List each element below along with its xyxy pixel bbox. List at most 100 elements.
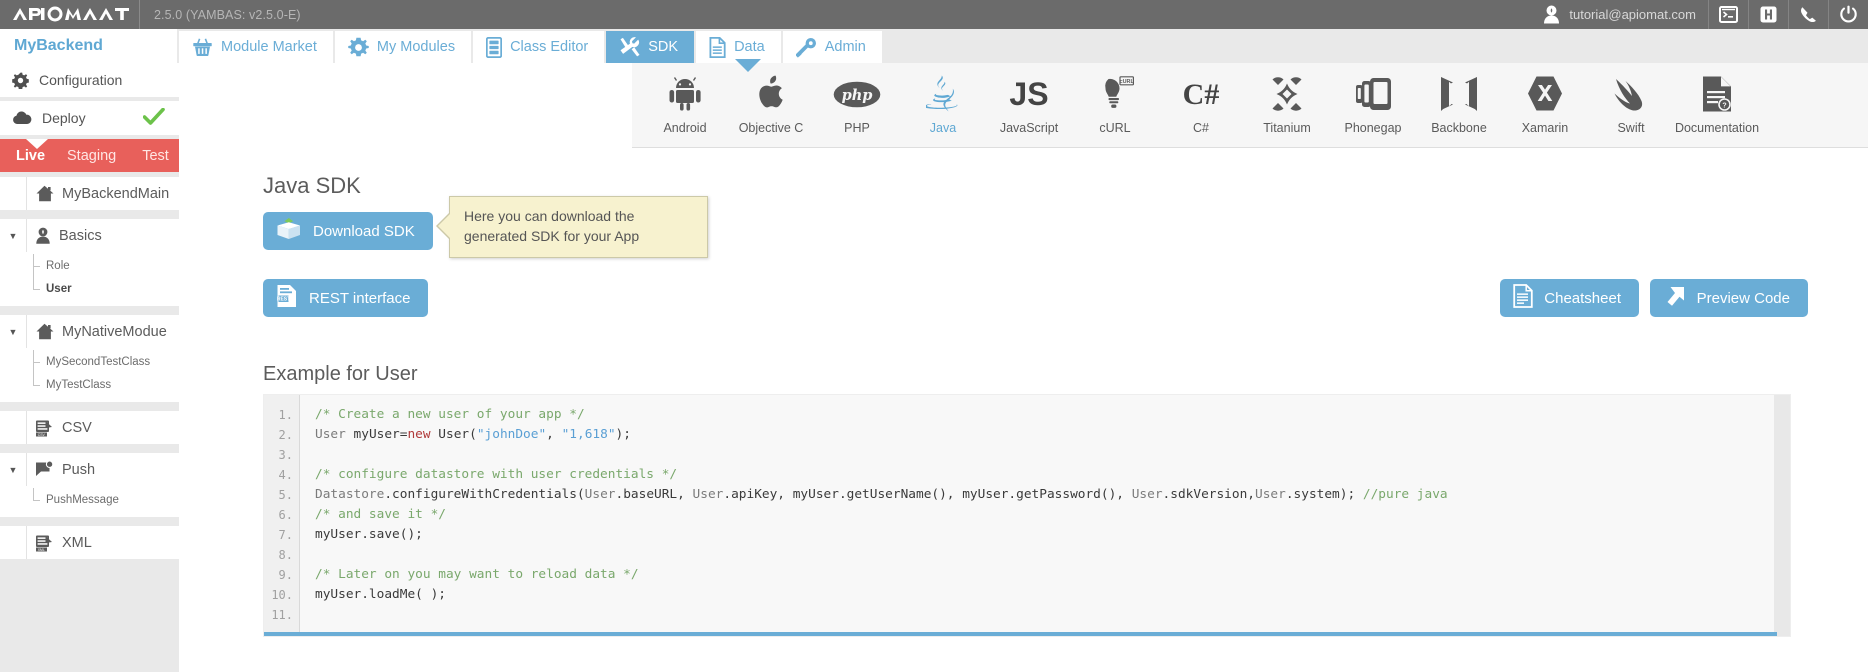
preview-code-button[interactable]: Preview Code <box>1649 279 1808 317</box>
phone-icon-glyph <box>1801 7 1816 23</box>
code-vertical-scrollbar[interactable] <box>1774 395 1790 636</box>
php-icon-glyph: php <box>833 81 881 107</box>
apple-icon-glyph <box>758 75 783 108</box>
platform-titanium[interactable]: Titanium <box>1244 63 1330 135</box>
user-account[interactable]: tutorial@apiomat.com <box>1537 0 1708 29</box>
sidebar-group-row[interactable]: ▼ Push <box>0 453 179 486</box>
sidebar-group-row[interactable]: ▼ MyNativeModue <box>0 315 179 348</box>
platform-curl[interactable]: cURL cURL <box>1072 63 1158 135</box>
rest-interface-label: REST interface <box>309 289 411 307</box>
cheatsheet-button[interactable]: Cheatsheet <box>1500 279 1639 317</box>
phone-icon[interactable] <box>1788 0 1828 29</box>
env-test[interactable]: Test <box>142 148 169 164</box>
platform-phonegap[interactable]: Phonegap <box>1330 63 1416 135</box>
tab-my-modules[interactable]: My Modules <box>334 31 472 63</box>
collapse-caret-icon[interactable]: ▼ <box>0 315 26 348</box>
basket-icon-glyph <box>193 38 212 57</box>
svg-text:?: ? <box>1722 102 1726 109</box>
sidebar-group-header[interactable]: MyBackendMain <box>26 177 179 210</box>
help-h-icon[interactable] <box>1748 0 1788 29</box>
code-source-lines: /* Create a new user of your app */ User… <box>300 395 1790 636</box>
package-download-icon <box>276 217 302 245</box>
collapse-caret-icon[interactable]: ▼ <box>0 453 26 486</box>
platform-xamarin[interactable]: Xamarin <box>1502 63 1588 135</box>
apple-icon <box>755 72 788 116</box>
sidebar-group-header[interactable]: CSV CSV <box>26 411 179 444</box>
code-example-block[interactable]: 1. 2. 3. 4. 5. 6. 7. 8. 9. 10. 11. /* Cr… <box>263 394 1791 637</box>
tools-icon <box>619 36 640 58</box>
sidebar-group-header[interactable]: Basics <box>26 219 179 252</box>
code-horizontal-scrollbar[interactable] <box>264 632 1777 636</box>
platform-label: PHP <box>844 121 870 135</box>
android-icon <box>666 72 704 116</box>
line-number: 6. <box>278 508 293 522</box>
sidebar-group-mynativemodue: ▼ MyNativeModue MySecondTestClass MyTest… <box>0 315 179 402</box>
user-avatar-icon <box>1544 5 1560 24</box>
download-sdk-button[interactable]: Download SDK <box>263 212 433 250</box>
main-content: Java SDK Download SDK Here you can downl… <box>179 148 1868 672</box>
backend-name-tab[interactable]: MyBackend <box>0 29 179 63</box>
platform-objective-c[interactable]: Objective C <box>728 63 814 135</box>
platform-swift[interactable]: Swift <box>1588 63 1674 135</box>
sidebar-group-row[interactable]: ▼ Basics <box>0 219 179 252</box>
header-spacer <box>301 0 1538 29</box>
line-number: 2. <box>278 428 293 442</box>
sidebar-group-row[interactable]: MyBackendMain <box>0 177 179 210</box>
rest-document-icon: REST <box>276 284 298 312</box>
collapse-caret-icon[interactable]: ▼ <box>0 219 26 252</box>
line-number: 11. <box>271 608 293 622</box>
tooltip-line-1: Here you can download the <box>464 208 635 224</box>
sidebar-item-configuration[interactable]: Configuration <box>0 63 179 97</box>
platform-label: Swift <box>1617 121 1645 135</box>
sidebar-child-mysecondtestclass[interactable]: MySecondTestClass <box>0 350 179 373</box>
curl-bulb-icon: cURL <box>1096 72 1134 116</box>
platform-csharp[interactable]: C# C# <box>1158 63 1244 135</box>
sidebar-child-user[interactable]: User <box>0 277 179 300</box>
sidebar-group-header[interactable]: XML XML <box>26 526 179 559</box>
tab-sdk[interactable]: SDK <box>606 31 695 63</box>
sidebar-group-row[interactable]: CSV CSV <box>0 411 179 444</box>
sidebar-child-pushmessage[interactable]: PushMessage <box>0 488 179 511</box>
basket-icon <box>192 37 213 57</box>
platform-java[interactable]: Java <box>900 63 986 135</box>
platform-label: Objective C <box>738 121 804 135</box>
js-icon-glyph: JS <box>1009 77 1048 111</box>
xamarin-icon-glyph <box>1528 76 1562 111</box>
power-icon[interactable] <box>1828 0 1868 29</box>
tab-label: My Modules <box>376 39 456 55</box>
sidebar-child-role[interactable]: Role <box>0 254 179 277</box>
platform-php[interactable]: php PHP <box>814 63 900 135</box>
sidebar-group-label: XML <box>62 534 92 551</box>
env-staging[interactable]: Staging <box>67 148 116 164</box>
sidebar-item-deploy[interactable]: Deploy <box>0 101 179 135</box>
platform-backbone[interactable]: Backbone <box>1416 63 1502 135</box>
gear-icon <box>12 72 29 89</box>
rest-interface-button[interactable]: REST REST interface <box>263 279 429 317</box>
env-live[interactable]: Live <box>16 148 45 164</box>
sidebar-group-header[interactable]: MyNativeModue <box>26 315 179 348</box>
sidebar-child-mytestclass[interactable]: MyTestClass <box>0 373 179 396</box>
code-line-number-gutter: 1. 2. 3. 4. 5. 6. 7. 8. 9. 10. 11. <box>264 395 300 636</box>
power-icon-glyph <box>1840 5 1857 23</box>
sidebar-configuration-label: Configuration <box>39 72 123 88</box>
key-icon-glyph <box>795 37 816 58</box>
platform-javascript[interactable]: JS JavaScript <box>986 63 1072 135</box>
platform-documentation[interactable]: ? Documentation <box>1674 63 1760 135</box>
platform-label: cURL <box>1099 121 1131 135</box>
tab-admin[interactable]: Admin <box>782 31 882 63</box>
sidebar-group-row[interactable]: XML XML <box>0 526 179 559</box>
line-number: 10. <box>271 588 293 602</box>
svg-text:cURL: cURL <box>1120 79 1134 85</box>
sidebar-group-header[interactable]: Push <box>26 453 179 486</box>
svg-text:REST: REST <box>277 297 290 303</box>
tab-module-market[interactable]: Module Market <box>179 31 333 63</box>
tab-label: Module Market <box>221 39 317 55</box>
preview-code-label: Preview Code <box>1696 289 1790 307</box>
line-number: 8. <box>278 548 293 562</box>
backend-name-label: MyBackend <box>14 37 103 54</box>
terminal-icon[interactable] <box>1708 0 1748 29</box>
platform-label: Phonegap <box>1344 121 1402 135</box>
tab-class-editor[interactable]: Class Editor <box>473 31 605 63</box>
tab-label: Class Editor <box>510 39 589 55</box>
platform-android[interactable]: Android <box>642 63 728 135</box>
